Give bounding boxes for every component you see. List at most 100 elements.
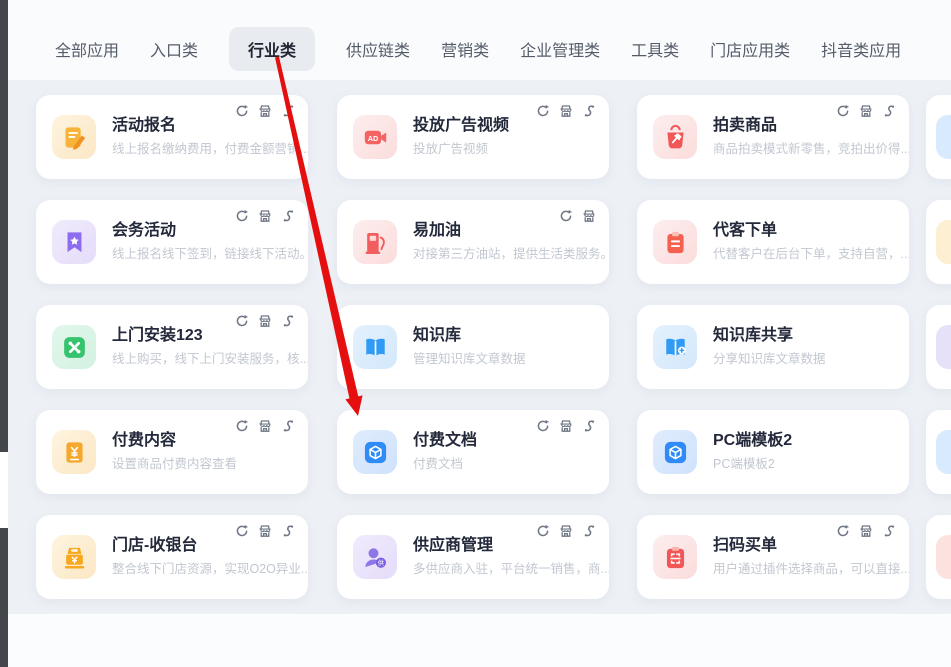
tab-douyin-apps[interactable]: 抖音类应用 — [821, 27, 901, 71]
link-icon[interactable] — [281, 209, 295, 223]
tab-store-apps[interactable]: 门店应用类 — [710, 27, 790, 71]
app-card-daike-xiadan[interactable]: 代客下单 代替客户在后台下单，支持自营，... — [637, 200, 909, 284]
shop-icon[interactable] — [582, 209, 596, 223]
category-tab-bar: 全部应用 入口类 行业类 供应链类 营销类 企业管理类 工具类 门店应用类 抖音… — [55, 27, 901, 71]
refresh-icon[interactable] — [235, 419, 249, 433]
shop-icon[interactable] — [559, 524, 573, 538]
bottom-background — [8, 614, 951, 667]
app-title: 知识库共享 — [713, 321, 793, 345]
cube-icon — [653, 430, 697, 474]
app-title: 代客下单 — [713, 216, 777, 240]
app-card-toufang-guanggao[interactable]: AD 投放广告视频 投放广告视频 — [337, 95, 609, 179]
card-actions — [836, 104, 896, 118]
app-subtitle: 商品拍卖模式新零售，竞拍出价得... — [713, 138, 909, 157]
tab-enterprise[interactable]: 企业管理类 — [520, 27, 600, 71]
tab-supply-chain[interactable]: 供应链类 — [346, 27, 410, 71]
card-actions — [235, 209, 295, 223]
shop-icon[interactable] — [258, 524, 272, 538]
app-card-fufei-wendang[interactable]: 付费文档 付费文档 — [337, 410, 609, 494]
app-subtitle: 管理知识库文章数据 — [413, 348, 526, 367]
tab-marketing[interactable]: 营销类 — [441, 27, 489, 71]
app-subtitle: 线上报名线下签到，链接线下活动。 — [112, 243, 308, 262]
shop-icon[interactable] — [258, 209, 272, 223]
app-title: 上门安装123 — [112, 321, 203, 345]
bookmark-star-icon — [52, 220, 96, 264]
app-title: 投放广告视频 — [413, 111, 509, 135]
app-card-huodong-baoming[interactable]: 活动报名 线上报名缴纳费用，付费金额营销... — [36, 95, 308, 179]
card-actions — [536, 104, 596, 118]
refresh-icon[interactable] — [836, 524, 850, 538]
card-actions — [536, 524, 596, 538]
app-subtitle: 多供应商入驻，平台统一销售，商... — [413, 558, 609, 577]
shop-icon[interactable] — [258, 419, 272, 433]
tab-entry[interactable]: 入口类 — [150, 27, 198, 71]
refresh-icon[interactable] — [235, 209, 249, 223]
tools-icon — [52, 325, 96, 369]
link-icon[interactable] — [582, 524, 596, 538]
app-card-yijiayou[interactable]: 易加油 对接第三方油站，提供生活类服务。 — [337, 200, 609, 284]
app-card-saoma-maidan[interactable]: 扫码买单 用户通过插件选择商品，可以直接... — [637, 515, 909, 599]
book-share-icon — [653, 325, 697, 369]
tab-industry[interactable]: 行业类 — [229, 27, 315, 71]
shop-icon[interactable] — [258, 314, 272, 328]
app-card-gongyingshang-guanli[interactable]: 供 供应商管理 多供应商入驻，平台统一销售，商... — [337, 515, 609, 599]
doc-pen-icon — [52, 115, 96, 159]
app-card-fufei-neirong[interactable]: 付费内容 设置商品付费内容查看 — [36, 410, 308, 494]
shop-icon[interactable] — [859, 104, 873, 118]
link-icon[interactable] — [582, 419, 596, 433]
refresh-icon[interactable] — [559, 209, 573, 223]
partial-card[interactable] — [926, 305, 951, 389]
app-card-paimai-shangpin[interactable]: 拍卖商品 商品拍卖模式新零售，竞拍出价得... — [637, 95, 909, 179]
ad-video-icon: AD — [353, 115, 397, 159]
paid-doc-icon — [52, 430, 96, 474]
link-icon[interactable] — [281, 524, 295, 538]
app-card-zhishiku-gongxiang[interactable]: 知识库共享 分享知识库文章数据 — [637, 305, 909, 389]
tab-all-apps[interactable]: 全部应用 — [55, 27, 119, 71]
app-subtitle: 设置商品付费内容查看 — [112, 453, 237, 472]
app-title: 易加油 — [413, 216, 461, 240]
app-title: 活动报名 — [112, 111, 176, 135]
app-card-huiwu-huodong[interactable]: 会务活动 线上报名线下签到，链接线下活动。 — [36, 200, 308, 284]
partial-card[interactable] — [926, 200, 951, 284]
partial-card[interactable] — [926, 515, 951, 599]
link-icon[interactable] — [582, 104, 596, 118]
fuel-pump-icon — [353, 220, 397, 264]
app-subtitle: 对接第三方油站，提供生活类服务。 — [413, 243, 609, 262]
refresh-icon[interactable] — [836, 104, 850, 118]
app-card-zhishiku[interactable]: 知识库 管理知识库文章数据 — [337, 305, 609, 389]
shop-icon[interactable] — [559, 419, 573, 433]
app-card-mendian-shouyintai[interactable]: 门店-收银台 整合线下门店资源，实现O2O异业... — [36, 515, 308, 599]
app-subtitle: 代替客户在后台下单，支持自营，... — [713, 243, 909, 262]
app-icon-partial — [936, 535, 951, 579]
link-icon[interactable] — [882, 524, 896, 538]
card-actions — [235, 314, 295, 328]
link-icon[interactable] — [281, 104, 295, 118]
partial-card[interactable] — [926, 95, 951, 179]
shop-icon[interactable] — [859, 524, 873, 538]
tab-tools[interactable]: 工具类 — [631, 27, 679, 71]
refresh-icon[interactable] — [235, 314, 249, 328]
refresh-icon[interactable] — [235, 104, 249, 118]
link-icon[interactable] — [882, 104, 896, 118]
link-icon[interactable] — [281, 419, 295, 433]
refresh-icon[interactable] — [235, 524, 249, 538]
refresh-icon[interactable] — [536, 419, 550, 433]
shop-icon[interactable] — [258, 104, 272, 118]
card-actions — [235, 419, 295, 433]
app-title: 付费文档 — [413, 426, 477, 450]
partial-card[interactable] — [926, 410, 951, 494]
app-subtitle: 线上报名缴纳费用，付费金额营销... — [112, 138, 308, 157]
link-icon[interactable] — [281, 314, 295, 328]
app-card-pc-moban2[interactable]: PC端模板2 PC端模板2 — [637, 410, 909, 494]
refresh-icon[interactable] — [536, 524, 550, 538]
app-icon-partial — [936, 115, 951, 159]
app-card-shangmen-anzhuang[interactable]: 上门安装123 线上购买，线下上门安装服务，核... — [36, 305, 308, 389]
svg-text:AD: AD — [367, 133, 378, 142]
shop-icon[interactable] — [559, 104, 573, 118]
app-title: 扫码买单 — [713, 531, 777, 555]
book-icon — [353, 325, 397, 369]
card-actions — [235, 524, 295, 538]
refresh-icon[interactable] — [536, 104, 550, 118]
scan-icon — [653, 535, 697, 579]
app-title: 拍卖商品 — [713, 111, 777, 135]
